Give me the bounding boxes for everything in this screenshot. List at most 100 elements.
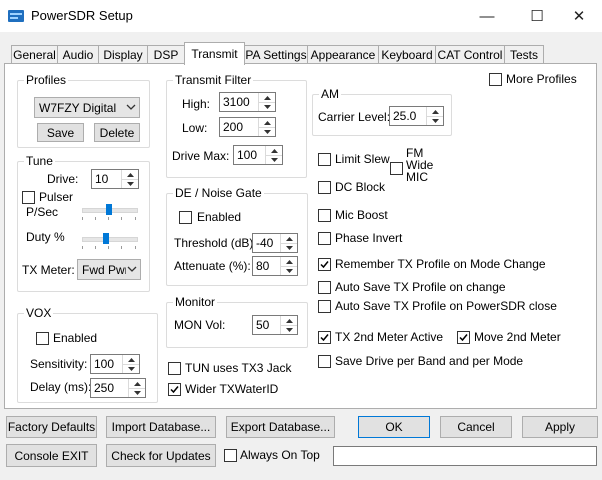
tune-group-title: Tune xyxy=(24,154,55,168)
vox-enabled-checkbox[interactable] xyxy=(36,332,49,345)
spin-down-icon[interactable] xyxy=(281,266,297,275)
sensitivity-value: 100 xyxy=(94,357,115,371)
close-button[interactable]: ✕ xyxy=(556,0,602,32)
spin-down-icon[interactable] xyxy=(259,127,275,136)
monvol-value: 50 xyxy=(256,318,270,332)
tab-dsp[interactable]: DSP xyxy=(147,45,185,64)
more-profiles-checkbox[interactable] xyxy=(489,73,502,86)
title-bar[interactable]: PowerSDR Setup — ☐ ✕ xyxy=(0,0,602,32)
profile-select-value: W7FZY Digital xyxy=(39,101,117,115)
spin-down-icon[interactable] xyxy=(427,116,443,125)
drive-value: 10 xyxy=(95,172,109,186)
tab-appearance[interactable]: Appearance xyxy=(307,45,379,64)
profile-delete-button[interactable]: Delete xyxy=(94,123,140,142)
dc-block-label: DC Block xyxy=(335,180,386,194)
noise-gate-enabled-checkbox[interactable] xyxy=(179,211,192,224)
duty-slider[interactable] xyxy=(82,237,138,242)
sensitivity-spinner[interactable]: 100 xyxy=(90,354,140,374)
spin-down-icon[interactable] xyxy=(122,179,138,188)
tab-display[interactable]: Display xyxy=(98,45,148,64)
auto-save-close-label: Auto Save TX Profile on PowerSDR close xyxy=(335,299,557,313)
phase-invert-checkbox[interactable] xyxy=(318,232,331,245)
check-updates-button[interactable]: Check for Updates xyxy=(106,444,216,467)
tab-transmit[interactable]: Transmit xyxy=(184,42,245,65)
factory-defaults-button[interactable]: Factory Defaults xyxy=(6,416,97,438)
ok-button[interactable]: OK xyxy=(358,416,430,438)
tx-2nd-meter-checkbox[interactable] xyxy=(318,331,331,344)
vox-group-title: VOX xyxy=(24,306,54,320)
status-textbox[interactable] xyxy=(333,446,597,466)
spin-down-icon[interactable] xyxy=(266,155,282,164)
limit-slew-checkbox[interactable] xyxy=(318,153,331,166)
cancel-button[interactable]: Cancel xyxy=(440,416,512,438)
psec-slider-thumb[interactable] xyxy=(106,204,112,215)
high-value: 3100 xyxy=(223,95,250,109)
noise-gate-title: DE / Noise Gate xyxy=(173,186,264,200)
profile-save-button[interactable]: Save xyxy=(37,123,84,142)
monvol-label: MON Vol: xyxy=(174,318,226,332)
spin-down-icon[interactable] xyxy=(129,388,145,397)
carrier-level-spinner[interactable]: 25.0 xyxy=(389,106,444,126)
threshold-spinner[interactable]: -40 xyxy=(252,233,298,253)
attenuate-spinner[interactable]: 80 xyxy=(252,256,298,276)
txmeter-select[interactable]: Fwd Pwr xyxy=(77,259,141,280)
wider-txwaterid-checkbox[interactable] xyxy=(168,383,181,396)
drivemax-label: Drive Max: xyxy=(172,149,230,163)
low-value: 200 xyxy=(223,120,244,134)
drive-spinner[interactable]: 10 xyxy=(91,169,139,189)
profiles-group-title: Profiles xyxy=(24,73,69,87)
mic-boost-checkbox[interactable] xyxy=(318,209,331,222)
auto-save-change-checkbox[interactable] xyxy=(318,281,331,294)
tab-pa-settings[interactable]: PA Settings xyxy=(244,45,308,64)
fm-wide-mic-label: FM Wide MIC xyxy=(406,147,433,183)
mic-boost-label: Mic Boost xyxy=(335,208,388,222)
carrier-level-value: 25.0 xyxy=(393,109,417,123)
remember-tx-checkbox[interactable] xyxy=(318,258,331,271)
import-database-button[interactable]: Import Database... xyxy=(106,416,216,438)
auto-save-change-label: Auto Save TX Profile on change xyxy=(335,280,506,294)
profile-select[interactable]: W7FZY Digital xyxy=(34,97,140,118)
spin-down-icon[interactable] xyxy=(281,243,297,252)
dc-block-checkbox[interactable] xyxy=(318,181,331,194)
drive-label: Drive: xyxy=(47,172,79,186)
low-spinner[interactable]: 200 xyxy=(219,117,276,137)
wider-txwaterid-label: Wider TXWaterID xyxy=(185,382,279,396)
tab-audio[interactable]: Audio xyxy=(57,45,99,64)
phase-invert-label: Phase Invert xyxy=(335,231,403,245)
spin-down-icon[interactable] xyxy=(123,364,139,373)
check-mark-icon xyxy=(170,386,179,394)
pulser-checkbox[interactable] xyxy=(22,191,35,204)
high-label: High: xyxy=(182,97,211,111)
tab-general[interactable]: General xyxy=(11,45,58,64)
tab-cat-control[interactable]: CAT Control xyxy=(435,45,505,64)
threshold-value: -40 xyxy=(256,236,274,250)
save-drive-checkbox[interactable] xyxy=(318,355,331,368)
spin-down-icon[interactable] xyxy=(281,325,297,334)
duty-slider-thumb[interactable] xyxy=(103,233,110,244)
low-label: Low: xyxy=(182,121,208,135)
auto-save-close-checkbox[interactable] xyxy=(318,300,331,313)
check-mark-icon xyxy=(459,334,468,342)
fm-wide-mic-checkbox[interactable] xyxy=(390,162,403,175)
high-spinner[interactable]: 3100 xyxy=(219,92,276,112)
console-exit-button[interactable]: Console EXIT xyxy=(6,444,97,467)
am-title: AM xyxy=(319,87,341,101)
export-database-button[interactable]: Export Database... xyxy=(226,416,335,438)
delay-value: 250 xyxy=(94,381,115,395)
sensitivity-label: Sensitivity: xyxy=(30,357,88,371)
carrier-level-label: Carrier Level: xyxy=(318,110,391,124)
maximize-button[interactable]: ☐ xyxy=(514,0,560,32)
tab-keyboard[interactable]: Keyboard xyxy=(378,45,436,64)
move-2nd-meter-checkbox[interactable] xyxy=(457,331,470,344)
delay-spinner[interactable]: 250 xyxy=(90,378,146,398)
spin-down-icon[interactable] xyxy=(259,102,275,111)
tun-tx3-checkbox[interactable] xyxy=(168,362,181,375)
tab-tests[interactable]: Tests xyxy=(504,45,544,64)
drivemax-value: 100 xyxy=(237,148,258,162)
always-on-top-checkbox[interactable] xyxy=(224,449,237,462)
check-mark-icon xyxy=(320,334,329,342)
monvol-spinner[interactable]: 50 xyxy=(252,315,298,335)
apply-button[interactable]: Apply xyxy=(522,416,598,438)
minimize-button[interactable]: — xyxy=(464,0,510,32)
drivemax-spinner[interactable]: 100 xyxy=(233,145,283,165)
